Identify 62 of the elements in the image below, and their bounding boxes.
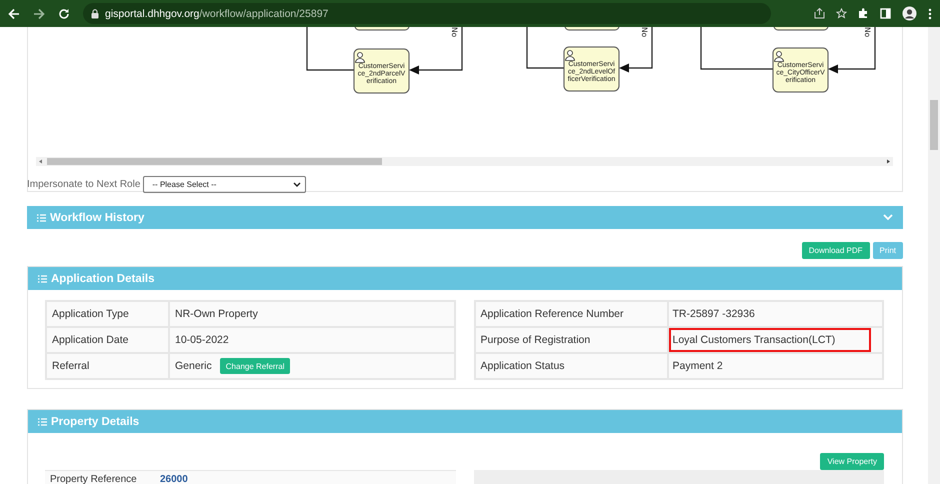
role-select[interactable]: -- Please Select -- <box>143 176 306 193</box>
scrollbar-thumb[interactable] <box>47 158 382 165</box>
horizontal-scrollbar[interactable] <box>36 157 893 166</box>
view-property-button[interactable]: View Property <box>820 453 884 470</box>
cell-value: Generic <box>175 360 212 372</box>
table-cell: Application Reference Number <box>474 301 668 327</box>
user-task-icon <box>774 51 784 62</box>
print-button[interactable]: Print <box>872 242 903 259</box>
scrollbar-thumb[interactable] <box>930 100 938 150</box>
flow-arrow <box>619 27 653 72</box>
dropdown-caret-icon <box>293 182 302 187</box>
table-cell: Property Reference <box>45 471 155 484</box>
share-icon[interactable] <box>814 8 825 19</box>
menu-icon[interactable] <box>928 8 932 20</box>
table-cell: Application Type <box>46 301 169 327</box>
list-icon <box>38 274 47 282</box>
cell-value: TR-25897 -32936 <box>672 308 755 320</box>
list-icon <box>38 418 47 426</box>
chevron-down-icon <box>883 214 893 221</box>
cell-value: Payment 2 <box>672 360 723 372</box>
flow-node <box>564 46 620 92</box>
change-referral-button[interactable]: Change Referral <box>220 358 290 374</box>
star-icon[interactable] <box>836 8 847 19</box>
vertical-scrollbar[interactable] <box>928 27 940 484</box>
table-cell: 10-05-2022 <box>169 327 454 353</box>
field-label: Impersonate to Next Role <box>27 179 140 190</box>
section-header[interactable]: Workflow History <box>27 206 903 229</box>
address-bar[interactable]: gisportal.dhhgov.org/workflow/application/25897 <box>83 3 771 24</box>
table-cell: 26000 <box>155 471 456 484</box>
table-cell: Application Date <box>46 327 169 353</box>
forward-icon[interactable] <box>33 8 45 20</box>
sidebar-icon[interactable] <box>880 8 891 19</box>
section-title: Property Details <box>51 416 140 428</box>
download-button[interactable]: Download PDF <box>802 242 870 259</box>
highlighted-value: Loyal Customers Transaction(LCT) <box>670 330 870 350</box>
flow-node <box>564 27 620 30</box>
user-task-icon <box>355 52 365 63</box>
table-cell: NR-Own Property <box>169 301 454 327</box>
flow-node <box>354 27 410 30</box>
url-path: /workflow/application/25897 <box>199 8 328 20</box>
scroll-left-icon[interactable] <box>38 159 43 164</box>
flow-arrow <box>409 27 463 74</box>
puzzle-icon[interactable] <box>858 8 869 19</box>
flow-node <box>774 27 828 30</box>
url-host: gisportal.dhhgov.org <box>105 8 200 20</box>
back-icon[interactable] <box>8 8 20 20</box>
table-cell: Application Status <box>474 353 668 379</box>
reload-icon[interactable] <box>58 8 70 20</box>
lock-icon <box>91 8 99 18</box>
table-cell: Referral <box>46 353 169 379</box>
flow-node <box>772 48 828 92</box>
scroll-right-icon[interactable] <box>886 159 891 164</box>
user-task-icon <box>565 50 575 61</box>
flow-connector <box>306 27 354 71</box>
flow-connector <box>526 27 564 69</box>
table-cell: Purpose of Registration <box>474 327 668 353</box>
list-icon <box>37 214 46 222</box>
profile-avatar-icon[interactable] <box>902 6 917 21</box>
flow-arrow <box>828 27 876 74</box>
flow-node <box>354 48 410 94</box>
section-title: Application Details <box>51 272 155 284</box>
section-title: Workflow History <box>50 212 144 224</box>
